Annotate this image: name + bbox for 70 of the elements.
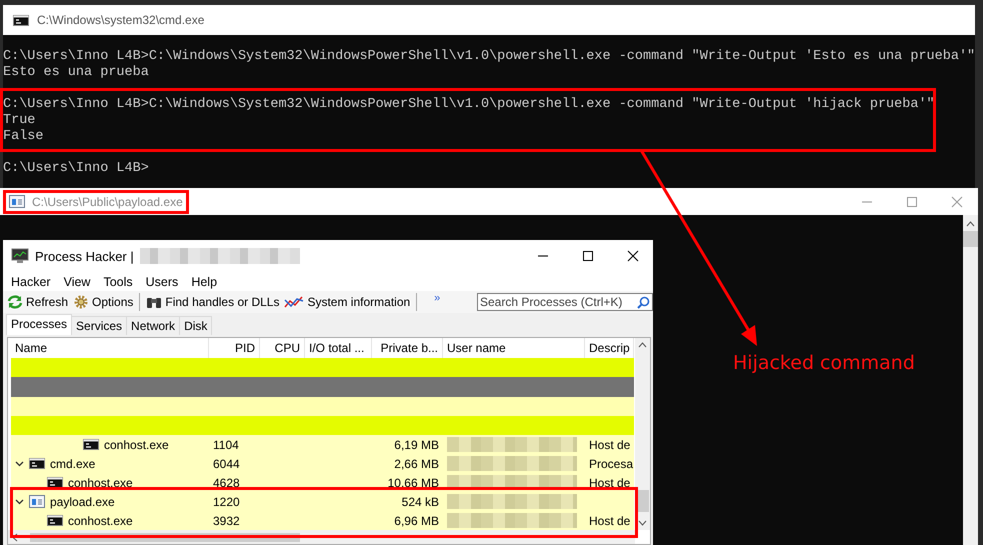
console-line: C:\Users\Inno L4B>C:\Windows\System32\WindowsPowerShell\v1.0\powershell.exe -command "Write-Output 'Esto es una prueba'": [3, 49, 976, 65]
scroll-down-icon[interactable]: [638, 520, 647, 526]
maximize-icon[interactable]: [582, 250, 594, 262]
process-name-text: conhost.exe: [68, 514, 133, 528]
window-title: C:\Users\Public\payload.exe: [32, 194, 184, 208]
pid-text: 3932: [213, 514, 240, 528]
memory-text: 10,66 MB: [388, 476, 439, 490]
window-title: Process Hacker |: [35, 248, 134, 264]
vertical-scrollbar[interactable]: [635, 338, 650, 530]
description-text: Host de: [589, 438, 630, 452]
pid-text: 1104: [213, 438, 239, 452]
overflow-chevron[interactable]: »: [434, 292, 440, 304]
close-icon[interactable]: [627, 250, 639, 262]
process-row[interactable]: conhost.exe 3932 6,96 MB Host de: [11, 511, 634, 530]
menu-item[interactable]: View: [64, 274, 90, 288]
pid-text: 1220: [213, 494, 240, 508]
console-line: Esto es una prueba: [3, 65, 149, 81]
tab[interactable]: Disk: [179, 316, 212, 335]
process-row[interactable]: payload.exe 1220 524 kB: [11, 492, 634, 511]
console-icon: [47, 515, 63, 526]
console-line: True: [3, 113, 36, 129]
console-line: C:\Users\Inno L4B>C:\Windows\System32\WindowsPowerShell\v1.0\powershell.exe -command "Write-Output 'hijack prueba'": [3, 97, 935, 113]
memory-text: 524 kB: [402, 494, 439, 508]
refresh-icon: [7, 295, 23, 309]
console-icon: [47, 477, 63, 488]
menu-item[interactable]: Hacker: [11, 274, 51, 288]
process-name-text: conhost.exe: [68, 476, 133, 490]
pid-text: 4628: [213, 476, 240, 490]
chevron-down-icon[interactable]: [15, 459, 24, 468]
scroll-up-icon[interactable]: [966, 221, 975, 227]
monitor-icon: [11, 248, 29, 264]
memory-text: 6,96 MB: [394, 514, 439, 528]
scrollbar-thumb[interactable]: [963, 231, 978, 247]
memory-text: 6,19 MB: [394, 438, 439, 452]
process-row[interactable]: cmd.exe 6044 2,66 MB Procesa: [11, 454, 634, 473]
tab[interactable]: Processes: [6, 314, 72, 335]
scroll-left-icon[interactable]: [12, 532, 18, 542]
toolbar-button[interactable]: Options: [72, 294, 134, 310]
console-icon: [83, 439, 99, 450]
menu-item[interactable]: Tools: [103, 274, 133, 288]
search-field[interactable]: Search Processes (Ctrl+K): [477, 293, 653, 311]
description-text: Procesa: [589, 456, 634, 470]
window-icon: [9, 195, 25, 208]
description-text: Host de: [589, 476, 630, 490]
toolbar-button[interactable]: Refresh: [6, 295, 70, 309]
gear-icon: [73, 294, 90, 310]
pid-text: 6044: [213, 456, 240, 470]
window-icon: [29, 495, 45, 508]
console-icon: [29, 458, 45, 469]
console-line: False: [3, 129, 44, 145]
console-line: C:\Users\Inno L4B>: [3, 161, 149, 177]
console-icon: [13, 14, 29, 26]
process-name-text: payload.exe: [50, 494, 115, 508]
process-name-text: cmd.exe: [50, 456, 96, 470]
memory-text: 2,66 MB: [394, 456, 439, 470]
description-text: Host de: [589, 514, 630, 528]
search-icon: [637, 296, 650, 308]
process-name-text: conhost.exe: [104, 438, 169, 452]
scrollbar[interactable]: [963, 215, 978, 545]
chevron-down-icon[interactable]: [15, 497, 24, 506]
toolbar-button[interactable]: System information: [283, 295, 412, 309]
menu-item[interactable]: Users: [146, 274, 178, 288]
line-graph-icon: [284, 295, 304, 309]
menu-item[interactable]: Help: [191, 274, 218, 288]
scroll-up-icon[interactable]: [638, 342, 647, 348]
toolbar-button[interactable]: Find handles or DLLs: [145, 295, 280, 309]
annotation-label: Hijacked command: [733, 352, 915, 374]
process-row[interactable]: conhost.exe 1104 6,19 MB Host de: [11, 435, 634, 454]
binoculars-icon: [146, 295, 162, 309]
window-title: C:\Windows\system32\cmd.exe: [37, 13, 204, 27]
